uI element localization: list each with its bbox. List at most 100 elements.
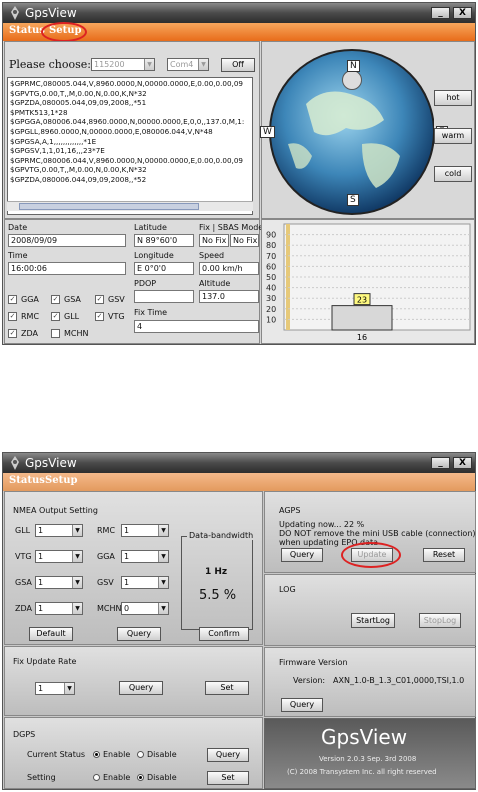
pdop-value <box>134 290 194 303</box>
update-highlight-circle <box>341 542 401 568</box>
nmea-line: $GPZDA,080005.044,09,09,2008,,*51 <box>10 98 147 108</box>
nmea-scrollbar[interactable] <box>7 201 253 211</box>
dgps-title: DGPS <box>13 730 36 739</box>
default-button[interactable]: Default <box>29 627 73 641</box>
chevron-down-icon: ▼ <box>158 603 168 614</box>
longitude-value: E 0°0'0 <box>134 262 194 275</box>
cold-start-button[interactable]: cold <box>434 166 472 182</box>
rate-select-gsa-value: 1 <box>38 578 44 587</box>
minimize-button-2[interactable]: _ <box>431 457 450 469</box>
sbas-value: No Fix <box>230 234 259 247</box>
dgps-query-button[interactable]: Query <box>207 748 249 762</box>
dgps-set-button[interactable]: Set <box>207 771 249 785</box>
setting-enable-label: Enable <box>103 773 131 782</box>
checkbox-gll[interactable]: ✓ <box>51 312 60 321</box>
checkbox-mchn[interactable] <box>51 329 60 338</box>
choose-label: Please choose: <box>9 58 91 71</box>
nmea-line: $GPVTG,0.00,T,,M,0.00,N,0.00,K,N*32 <box>10 88 147 98</box>
confirm-button[interactable]: Confirm <box>199 627 249 641</box>
pdop-label: PDOP <box>134 279 157 288</box>
close-button-2[interactable]: X <box>453 457 472 469</box>
rate-label-zda: ZDA <box>15 604 32 613</box>
checkbox-gsa[interactable]: ✓ <box>51 295 60 304</box>
title-bar: GpsView _ X <box>3 3 475 23</box>
off-button[interactable]: Off <box>221 58 255 72</box>
brand-version: Version 2.0.3 Sep. 3rd 2008 <box>319 755 417 763</box>
start-log-button[interactable]: StartLog <box>351 613 395 628</box>
status-disable-radio[interactable] <box>137 751 144 758</box>
nmea-log[interactable]: $GPRMC,080005.044,V,8960.0000,N,00000.00… <box>7 77 253 215</box>
rate-select-mchn[interactable]: 0 ▼ <box>121 602 169 615</box>
brand-pane: GpsView Version 2.0.3 Sep. 3rd 2008 (C) … <box>264 718 476 789</box>
bandwidth-title: Data-bandwidth <box>187 531 256 540</box>
highlight-circle <box>41 22 87 42</box>
altitude-value: 137.0 <box>199 290 259 303</box>
y-tick-label: 50 <box>266 273 276 282</box>
rate-select-gsa[interactable]: 1 ▼ <box>35 576 83 589</box>
nmea-line: $GPGSA,A,1,,,,,,,,,,,,,*1E <box>10 136 97 146</box>
reset-button[interactable]: Reset <box>423 548 465 562</box>
fix-set-button[interactable]: Set <box>205 681 249 695</box>
checkbox-label-zda: ZDA <box>21 329 38 338</box>
setting-enable-radio[interactable] <box>93 774 100 781</box>
rate-select-vtg-value: 1 <box>38 552 44 561</box>
port-select[interactable]: Com4 ▼ <box>167 58 209 71</box>
nmea-line: $GPRMC,080006.044,V,8960.0000,N,00000.00… <box>10 155 243 165</box>
menu-status-2[interactable]: Status <box>9 475 45 486</box>
checkbox-gga[interactable]: ✓ <box>8 295 17 304</box>
checkbox-gsv[interactable]: ✓ <box>95 295 104 304</box>
app-logo-icon <box>11 6 19 20</box>
port-value: Com4 <box>170 60 194 69</box>
firmware-query-button[interactable]: Query <box>281 698 323 712</box>
latitude-label: Latitude <box>134 223 167 232</box>
baud-select[interactable]: 115200 ▼ <box>91 58 155 71</box>
rate-select-zda-value: 1 <box>38 604 44 613</box>
fix-rate-select[interactable]: 1 ▼ <box>35 682 75 695</box>
y-tick-label: 80 <box>266 241 276 250</box>
brand-name: GpsView <box>321 725 408 749</box>
rate-select-gll[interactable]: 1 ▼ <box>35 524 83 537</box>
rate-select-gsv[interactable]: 1 ▼ <box>121 576 169 589</box>
signal-bar <box>331 305 393 331</box>
speed-label: Speed <box>199 251 225 260</box>
stop-log-button[interactable]: StopLog <box>419 613 461 628</box>
bar-value-label: 23 <box>357 296 367 305</box>
fix-update-pane: Fix Update Rate 1 ▼ Query Set <box>4 646 263 716</box>
rate-select-vtg[interactable]: 1 ▼ <box>35 550 83 563</box>
compass-n: N <box>347 60 360 72</box>
nmea-line: $PMTK513,1*28 <box>10 107 68 117</box>
title-bar-2: GpsView _ X <box>3 453 475 473</box>
y-tick-label: 10 <box>266 315 276 324</box>
checkbox-vtg[interactable]: ✓ <box>95 312 104 321</box>
setting-disable-radio[interactable] <box>137 774 144 781</box>
signal-pane: 90 80 70 60 50 40 30 20 10 23 16 <box>261 219 475 344</box>
minimize-button[interactable]: _ <box>431 7 450 19</box>
menu-status[interactable]: Status <box>9 25 45 36</box>
chevron-down-icon: ▼ <box>72 603 82 614</box>
checkbox-zda[interactable]: ✓ <box>8 329 17 338</box>
fix-sbas-label: Fix | SBAS Mode <box>199 223 264 232</box>
rate-select-zda[interactable]: 1 ▼ <box>35 602 83 615</box>
checkbox-rmc[interactable]: ✓ <box>8 312 17 321</box>
status-enable-radio[interactable] <box>93 751 100 758</box>
rate-select-rmc[interactable]: 1 ▼ <box>121 524 169 537</box>
checkbox-label-gsv: GSV <box>108 295 125 304</box>
menu-setup-2[interactable]: Setup <box>45 475 77 486</box>
nmea-query-button[interactable]: Query <box>117 627 161 641</box>
close-button[interactable]: X <box>453 7 472 19</box>
compass-s: S <box>347 194 359 206</box>
fix-value: No Fix <box>199 234 229 247</box>
log-title: LOG <box>279 585 296 594</box>
time-label: Time <box>8 251 28 260</box>
rate-select-gll-value: 1 <box>38 526 44 535</box>
hot-start-button[interactable]: hot <box>434 90 472 106</box>
setting-label: Setting <box>27 773 56 782</box>
agps-query-button[interactable]: Query <box>281 548 323 562</box>
firmware-title: Firmware Version <box>279 658 348 667</box>
warm-start-button[interactable]: warm <box>434 128 472 144</box>
nmea-output-pane: NMEA Output Setting GLL 1 ▼ RMC 1 ▼ VTG 1 ▼ GGA 1 ▼… <box>4 491 263 645</box>
rate-select-gga[interactable]: 1 ▼ <box>121 550 169 563</box>
fix-query-button[interactable]: Query <box>119 681 163 695</box>
latitude-value: N 89°60'0 <box>134 234 194 247</box>
y-tick-label: 70 <box>266 252 276 261</box>
